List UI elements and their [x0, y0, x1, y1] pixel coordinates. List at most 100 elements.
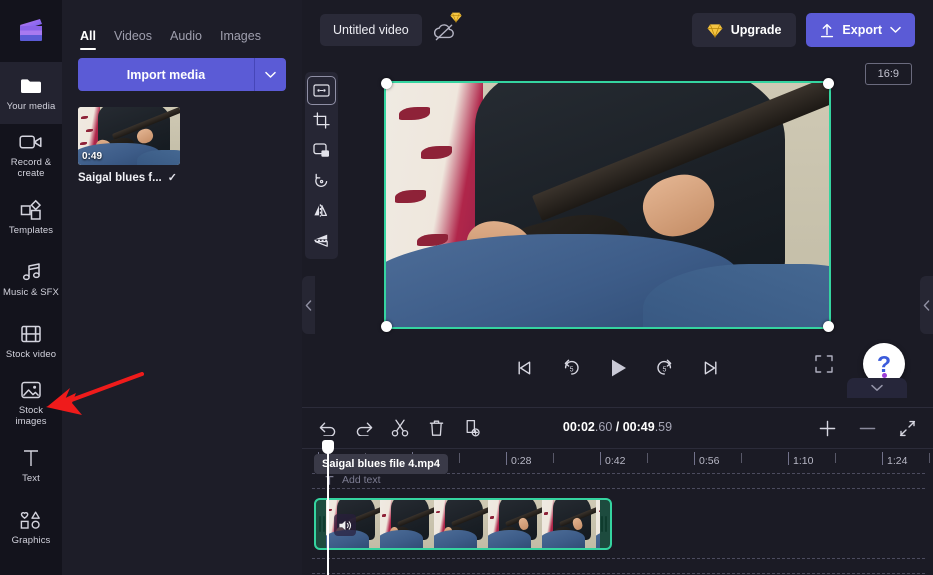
diamond-icon [450, 11, 462, 23]
film-strip-icon [18, 322, 44, 346]
aspect-ratio-button[interactable]: 16:9 [865, 63, 912, 85]
clip-tooltip: Saigal blues file 4.mp4 [314, 454, 448, 474]
sidebar-item-stock-video[interactable]: Stock video [0, 310, 62, 372]
clip-trim-handle-right[interactable] [598, 500, 610, 548]
cloud-offline-icon [432, 20, 458, 42]
current-time-minor: .60 [595, 420, 612, 434]
ruler-label: 1:24 [887, 455, 907, 467]
resize-handle-top-left[interactable] [381, 78, 392, 89]
resize-handle-bottom-right[interactable] [823, 321, 834, 332]
transform-handles-icon[interactable] [308, 77, 335, 104]
sidebar-item-stock-images[interactable]: Stock images [0, 372, 62, 434]
chevron-down-icon [265, 71, 276, 79]
playback-controls: 5 5 ? [302, 347, 933, 389]
clip-filmstrip [326, 500, 600, 548]
sidebar-item-graphics[interactable]: Graphics [0, 496, 62, 558]
timeline: 00:02.60 / 00:49.59 0 0:14 [302, 407, 933, 575]
sidebar-item-label: Graphics [12, 535, 51, 546]
flip-horizontal-icon[interactable] [308, 197, 335, 224]
skip-to-start-icon[interactable] [517, 360, 536, 376]
rotate-icon[interactable] [308, 167, 335, 194]
undo-arrow-icon[interactable] [318, 418, 338, 438]
playhead[interactable] [327, 448, 329, 575]
preview-stage [384, 81, 831, 329]
collapse-right-panel-button[interactable] [920, 276, 933, 334]
clip-volume-button[interactable] [334, 514, 356, 536]
folder-icon [18, 74, 44, 98]
tab-all[interactable]: All [80, 29, 96, 50]
diamond-icon [707, 23, 723, 38]
import-media-options-button[interactable] [254, 58, 286, 91]
sidebar-item-label: Templates [9, 225, 53, 236]
tab-videos[interactable]: Videos [114, 29, 152, 50]
shapes-icon [18, 508, 44, 532]
sidebar-item-your-media[interactable]: Your media [0, 62, 62, 124]
media-panel: All Videos Audio Images Import media [62, 0, 302, 575]
timeline-zoom-controls [817, 418, 917, 438]
crop-icon[interactable] [308, 107, 335, 134]
tab-images[interactable]: Images [220, 29, 261, 50]
redo-arrow-icon[interactable] [354, 418, 374, 438]
total-time-major: 00:49 [623, 420, 655, 434]
import-media-row: Import media [62, 50, 302, 91]
sidebar-item-label: Record & create [2, 157, 60, 179]
collapse-media-panel-button[interactable] [302, 276, 315, 334]
left-nav-rail: Your media Record & create Templates Mus… [0, 0, 62, 575]
ruler-label: 1:10 [793, 455, 813, 467]
rewind-5-icon[interactable]: 5 [562, 359, 581, 377]
media-item[interactable]: 0:49 Saigal blues f... ✓ [78, 107, 180, 184]
sidebar-item-text[interactable]: Text [0, 434, 62, 496]
image-icon [18, 378, 44, 402]
skip-to-end-icon[interactable] [700, 360, 719, 376]
media-grid: 0:49 Saigal blues f... ✓ [62, 91, 302, 184]
fullscreen-icon[interactable] [815, 355, 833, 378]
sidebar-item-music-sfx[interactable]: Music & SFX [0, 248, 62, 310]
minus-icon[interactable] [857, 418, 877, 438]
lower-track-dropzone[interactable] [312, 558, 925, 574]
project-title[interactable]: Untitled video [320, 14, 422, 46]
upload-arrow-icon [820, 23, 834, 38]
plus-icon[interactable] [817, 418, 837, 438]
sidebar-item-templates[interactable]: Templates [0, 186, 62, 248]
trash-icon[interactable] [426, 418, 446, 438]
total-time-minor: .59 [655, 420, 672, 434]
chevron-left-icon [305, 300, 312, 311]
sidebar-item-label: Your media [7, 101, 56, 112]
ruler-label: 0:56 [699, 455, 719, 467]
preview-float-toolbar [305, 72, 338, 259]
upgrade-button[interactable]: Upgrade [692, 13, 797, 47]
duplicate-icon[interactable] [462, 418, 482, 438]
ruler-label: 0:42 [605, 455, 625, 467]
forward-5-icon[interactable]: 5 [655, 359, 674, 377]
cloud-sync-status[interactable] [432, 17, 460, 43]
text-t-icon [324, 475, 335, 486]
upgrade-label: Upgrade [731, 23, 782, 37]
scissors-icon[interactable] [390, 418, 410, 438]
templates-icon [18, 198, 44, 222]
import-media-button[interactable]: Import media [78, 58, 254, 91]
clipchamp-logo-icon [16, 16, 46, 46]
media-thumbnail[interactable]: 0:49 [78, 107, 180, 165]
resize-handle-top-right[interactable] [823, 78, 834, 89]
sidebar-item-label: Text [22, 473, 40, 484]
tab-audio[interactable]: Audio [170, 29, 202, 50]
resize-handle-bottom-left[interactable] [381, 321, 392, 332]
play-icon[interactable] [607, 357, 629, 379]
timeline-toolbar: 00:02.60 / 00:49.59 [302, 408, 933, 448]
sidebar-item-label: Music & SFX [3, 287, 59, 298]
app-logo[interactable] [0, 0, 62, 62]
video-preview[interactable] [386, 83, 829, 327]
sidebar-item-record-create[interactable]: Record & create [0, 124, 62, 186]
text-track-dropzone[interactable] [312, 473, 925, 489]
chevron-left-icon [923, 300, 930, 311]
pip-icon[interactable] [308, 137, 335, 164]
flip-vertical-icon[interactable] [308, 227, 335, 254]
media-panel-tabs: All Videos Audio Images [62, 0, 302, 50]
top-bar: Untitled video Upgrade [302, 0, 933, 60]
add-text-hint[interactable]: Add text [324, 474, 381, 486]
export-button[interactable]: Export [806, 13, 915, 47]
timeline-clip[interactable] [314, 498, 612, 550]
collapse-preview-button[interactable] [847, 378, 907, 398]
fit-to-screen-icon[interactable] [897, 418, 917, 438]
time-separator: / [612, 420, 622, 434]
